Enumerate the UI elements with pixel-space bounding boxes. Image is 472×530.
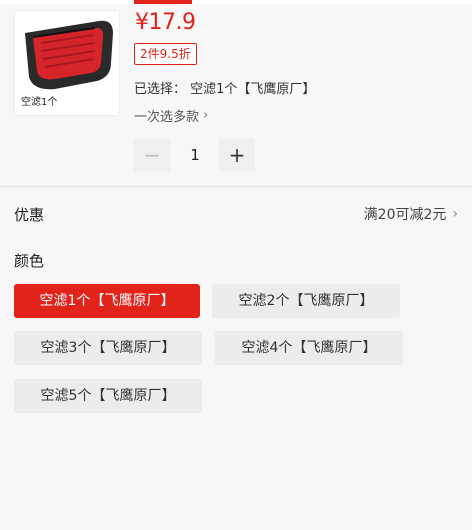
multi-select-link[interactable]: 一次选多款 › [134, 106, 208, 125]
color-option-4[interactable]: 空滤4个【飞鹰原厂】 [215, 331, 403, 365]
promo-tag: 2件9.5折 [134, 43, 197, 65]
product-thumbnail[interactable]: 空滤1个 [14, 10, 120, 116]
discount-row[interactable]: 满20可减2元 › [364, 204, 458, 224]
product-price: ¥17.9 [135, 10, 196, 35]
color-section-label: 颜色 [14, 252, 45, 270]
thumbnail-caption: 空滤1个 [21, 97, 58, 108]
quantity-decrease-button[interactable]: − [134, 139, 170, 171]
color-option-2[interactable]: 空滤2个【飞鹰原厂】 [212, 284, 400, 318]
quantity-increase-button[interactable]: + [219, 139, 255, 171]
price-highlight-strip [134, 0, 192, 4]
chevron-right-icon: › [452, 206, 458, 222]
section-divider [0, 186, 472, 187]
selected-variant-text: 已选择： 空滤1个【飞鹰原厂】 [134, 82, 316, 97]
discount-label: 优惠 [14, 206, 45, 224]
quantity-value[interactable]: 1 [175, 139, 215, 171]
discount-value: 满20可减2元 [363, 207, 447, 223]
multi-select-label: 一次选多款 [134, 110, 200, 125]
top-edge [0, 0, 472, 4]
color-option-1[interactable]: 空滤1个【飞鹰原厂】 [14, 284, 200, 318]
chevron-right-icon: › [203, 108, 209, 123]
color-option-3[interactable]: 空滤3个【飞鹰原厂】 [14, 331, 202, 365]
color-option-5[interactable]: 空滤5个【飞鹰原厂】 [14, 379, 202, 413]
